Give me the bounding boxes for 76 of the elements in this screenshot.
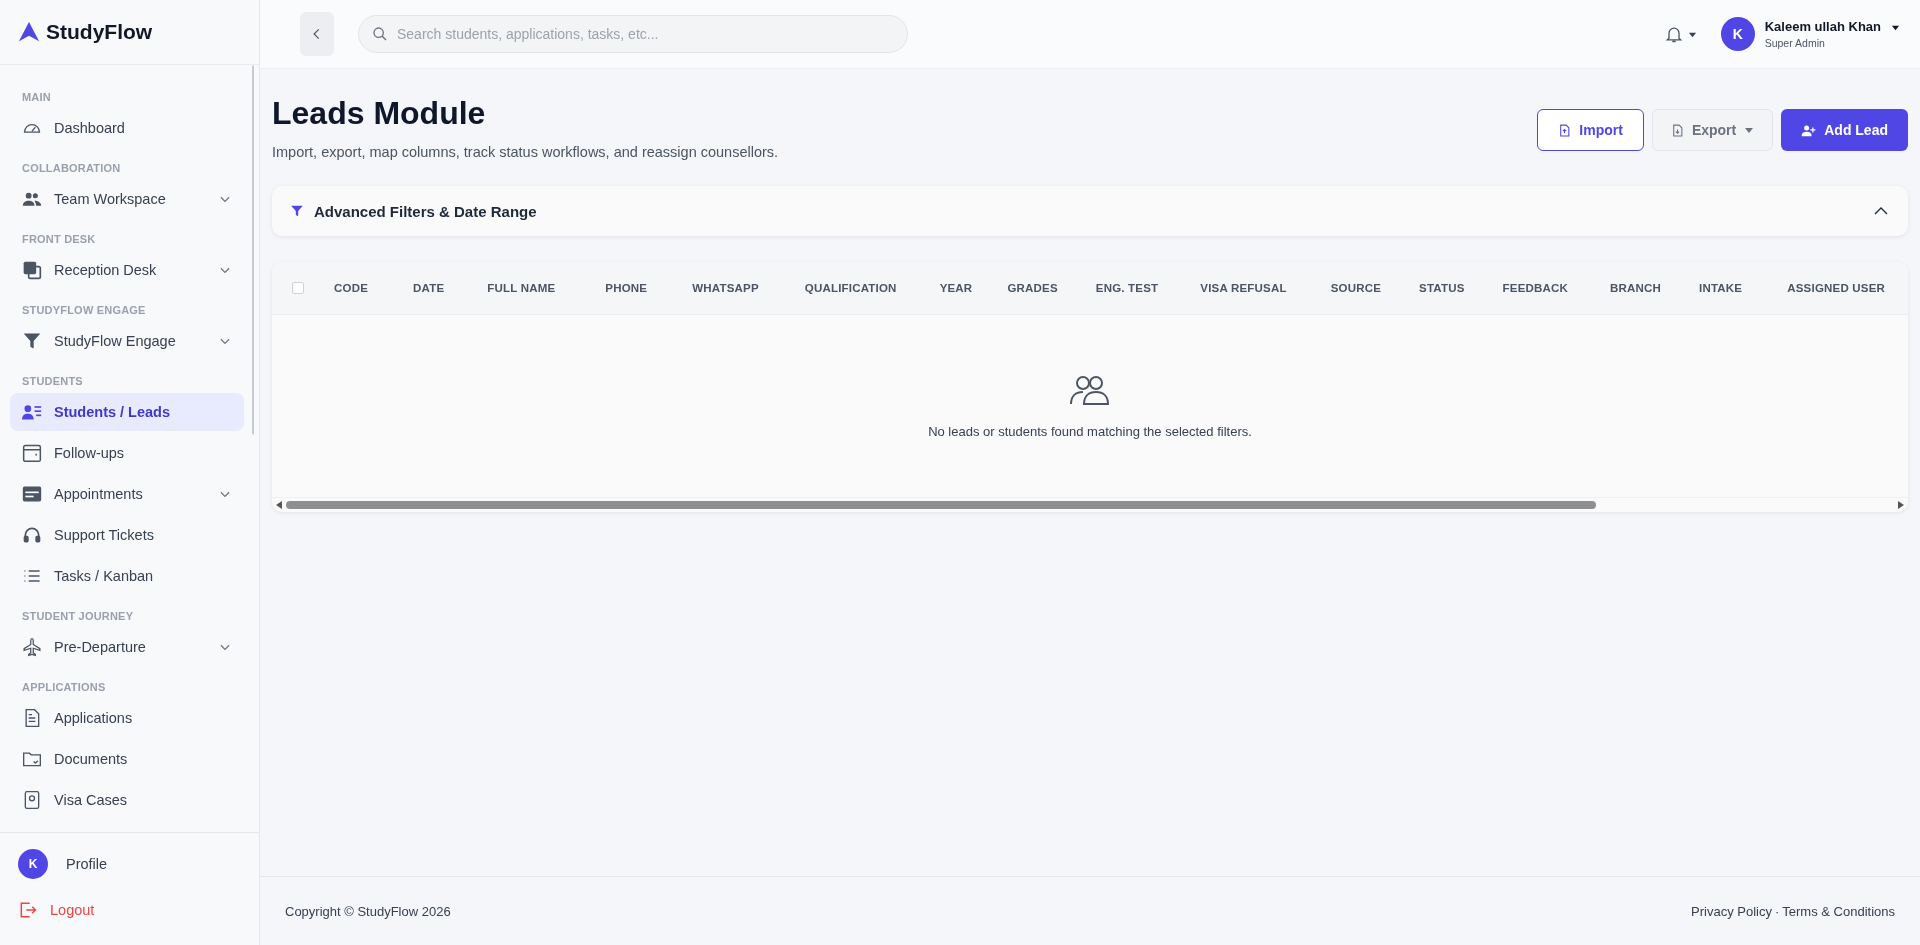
search-field[interactable]: Search students, applications, tasks, etc... [358,15,908,53]
filter-icon [22,331,42,351]
file-download-icon [1670,123,1684,137]
export-button[interactable]: Export [1651,109,1774,151]
stacked-squares-icon [22,260,42,280]
file-upload-icon [1558,123,1572,137]
column-header[interactable]: SOURCE [1330,282,1382,294]
sidebar-item[interactable]: Team Workspace [10,180,244,218]
sidebar-item[interactable]: Documents [10,740,244,778]
column-header[interactable]: INTAKE [1699,282,1743,294]
column-header[interactable]: ASSIGNED USER [1787,282,1886,294]
caret-icon [1891,23,1900,32]
sidebar-item[interactable]: Applications [10,699,244,737]
column-header[interactable]: STATUS [1419,282,1465,294]
section-heading: STUDENTS [21,374,84,389]
horizontal-scrollbar[interactable] [286,501,1596,509]
user-role: Super Admin [1764,37,1826,49]
select-all-checkbox[interactable] [292,282,304,294]
airplane-icon [22,637,42,657]
sidebar-item[interactable]: Visa Cases [10,781,244,819]
profile-link[interactable]: K Profile [18,843,241,885]
logout-link[interactable]: Logout [18,885,241,935]
empty-message: No leads or students found matching the selected filters. [928,423,1252,439]
avatar: K [18,849,48,879]
filters-title: Advanced Filters & Date Range [314,202,538,220]
logout-icon [18,900,38,920]
headset-icon [22,525,42,545]
column-header[interactable]: DATE [413,282,445,294]
column-header[interactable]: ENG. TEST [1095,282,1159,294]
avatar: K [1720,17,1755,51]
page-title: Leads Module [272,95,487,132]
column-header[interactable]: CODE [334,282,369,294]
copyright-text: Copyright © StudyFlow 2026 [285,903,451,919]
footer-link[interactable]: Terms & Conditions [1782,903,1895,919]
section-heading: STUDYFLOW ENGAGE [21,303,147,318]
section-heading: MAIN [21,90,52,105]
column-header[interactable]: FEEDBACK [1502,282,1569,294]
brand-name: StudyFlow [46,20,153,44]
passport-icon [22,790,42,810]
section-heading: COLLABORATION [21,161,122,176]
section-heading: STUDENT JOURNEY [21,609,135,624]
column-header[interactable]: WHATSAPP [692,282,759,294]
sidebar-item[interactable]: Tasks / Kanban [10,557,244,595]
user-name: Kaleem ullah Khan [1764,19,1881,34]
column-header[interactable]: FULL NAME [487,282,556,294]
add-lead-button[interactable]: Add Lead [1781,109,1908,151]
section-heading: FRONT DESK [21,232,97,247]
footer-link[interactable]: Privacy Policy [1691,903,1772,919]
column-header[interactable]: GRADES [1007,282,1058,294]
caret-icon [1744,125,1755,135]
sidebar-item[interactable]: Appointments [10,475,244,513]
calendar-icon [22,443,42,463]
column-header[interactable]: YEAR [939,282,973,294]
sidebar-item[interactable]: StudyFlow Engage [10,322,244,360]
column-header[interactable]: PHONE [605,282,648,294]
sidebar-item[interactable]: Students / Leads [10,393,244,431]
column-header[interactable]: QUALIFICATION [804,282,897,294]
people-icon [1069,373,1111,406]
column-header[interactable]: BRANCH [1610,282,1662,294]
link-separator: · [1774,903,1780,919]
column-header[interactable]: VISA REFUSAL [1200,282,1287,294]
sidebar-item[interactable]: Dashboard [10,109,244,147]
card-icon [22,484,42,504]
import-button[interactable]: Import [1537,109,1644,151]
section-heading: APPLICATIONS [21,680,107,695]
profile-label: Profile [66,856,108,872]
user-menu[interactable]: K Kaleem ullah Khan Super Admin [1720,17,1900,51]
back-button[interactable] [300,12,334,56]
page-subtitle: Import, export, map columns, track status workflows, and reassign counsellors. [272,144,779,160]
person-list-icon [22,402,42,422]
sidebar-item[interactable]: Pre-Departure [10,628,244,666]
filter-icon [290,204,304,218]
logo-icon [18,21,40,43]
sidebar-item[interactable]: Follow-ups [10,434,244,472]
sidebar-item[interactable]: Reception Desk [10,251,244,289]
sidebar-item[interactable]: Support Tickets [10,516,244,554]
